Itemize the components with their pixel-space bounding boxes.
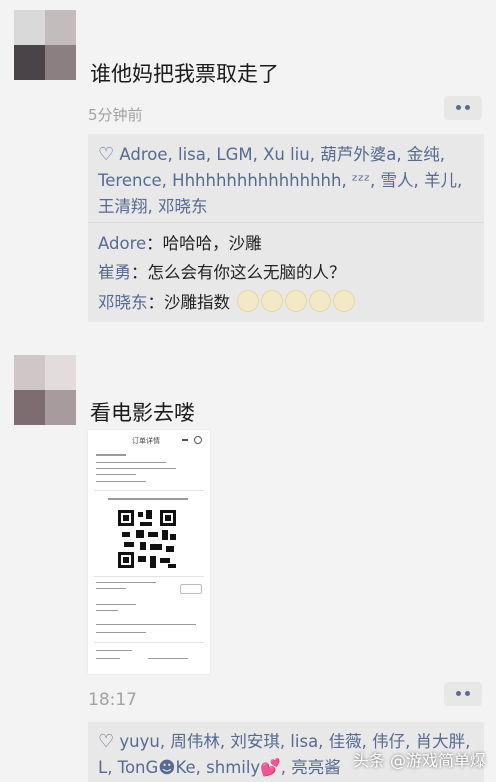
comment-author[interactable]: 邓晓东: [98, 293, 148, 312]
ticket-text-line: [96, 588, 126, 589]
comment-separator: ：: [147, 293, 165, 312]
likes-names[interactable]: Adroe, lisa, LGM, Xu liu, 葫芦外婆a, 金纯, Ter…: [98, 145, 462, 216]
more-button[interactable]: [444, 682, 482, 706]
ticket-text-line: [96, 658, 120, 659]
emoji-icon: [237, 290, 260, 312]
post-time: 5分钟前: [88, 106, 143, 124]
comment-text: 哈哈哈，沙雕: [162, 234, 262, 253]
ticket-title: 订单详情: [132, 437, 160, 445]
emoji-icon: [309, 290, 332, 312]
comment-author[interactable]: Adore: [98, 234, 146, 253]
comment-row[interactable]: 邓晓东：沙雕指数: [98, 289, 356, 313]
comment-author[interactable]: 崔勇: [98, 263, 131, 282]
likes-comments-panel: ♡ Adroe, lisa, LGM, Xu liu, 葫芦外婆a, 金纯, T…: [88, 134, 484, 322]
ticket-divider: [94, 490, 204, 491]
ticket-text-line: [96, 632, 146, 633]
qr-code-icon: [118, 510, 176, 568]
emoji-icon: [285, 290, 308, 312]
more-button[interactable]: [444, 96, 482, 120]
ticket-text-line: [96, 462, 166, 463]
post-text: 看电影去喽: [90, 401, 195, 425]
emoji-icon: [333, 290, 356, 312]
share-icon: [182, 439, 188, 441]
comment-separator: ：: [146, 234, 163, 253]
ticket-text-line: [96, 650, 132, 651]
heart-icon: ♡: [98, 731, 115, 752]
ticket-button: [180, 584, 202, 594]
likes-list: ♡ Adroe, lisa, LGM, Xu liu, 葫芦外婆a, 金纯, T…: [98, 142, 476, 220]
emoji-icon: [261, 290, 284, 312]
avatar[interactable]: [14, 355, 76, 425]
ticket-code-line: [108, 498, 188, 500]
ticket-text-line: [96, 474, 136, 475]
ticket-text-line: [96, 582, 156, 583]
post-time: 18:17: [88, 690, 137, 710]
comment-text: 沙雕指数: [164, 293, 230, 312]
comment-row[interactable]: 崔勇：怎么会有你这么无脑的人？: [98, 259, 346, 283]
ticket-text-line: [96, 454, 126, 456]
ticket-text-line: [96, 481, 146, 482]
ticket-image[interactable]: 订单详情: [88, 430, 210, 674]
post-text: 谁他妈把我票取走了: [90, 62, 279, 86]
ticket-text-line: [96, 624, 196, 625]
ticket-text-line: [148, 658, 188, 659]
ticket-divider: [94, 642, 204, 643]
heart-icon: ♡: [98, 144, 115, 165]
watermark: 头条 @游戏简单爆: [352, 751, 486, 770]
avatar[interactable]: [14, 10, 76, 80]
comment-text: 怎么会有你这么无脑的人？: [147, 263, 346, 282]
ticket-text-line: [96, 610, 118, 611]
ticket-divider: [94, 576, 204, 577]
ticket-text-line: [96, 468, 176, 469]
comment-separator: ：: [131, 263, 148, 282]
comment-row[interactable]: Adore：哈哈哈，沙雕: [98, 230, 262, 254]
ticket-text-line: [96, 604, 136, 605]
panel-divider: [88, 222, 484, 223]
close-icon: [194, 436, 202, 444]
